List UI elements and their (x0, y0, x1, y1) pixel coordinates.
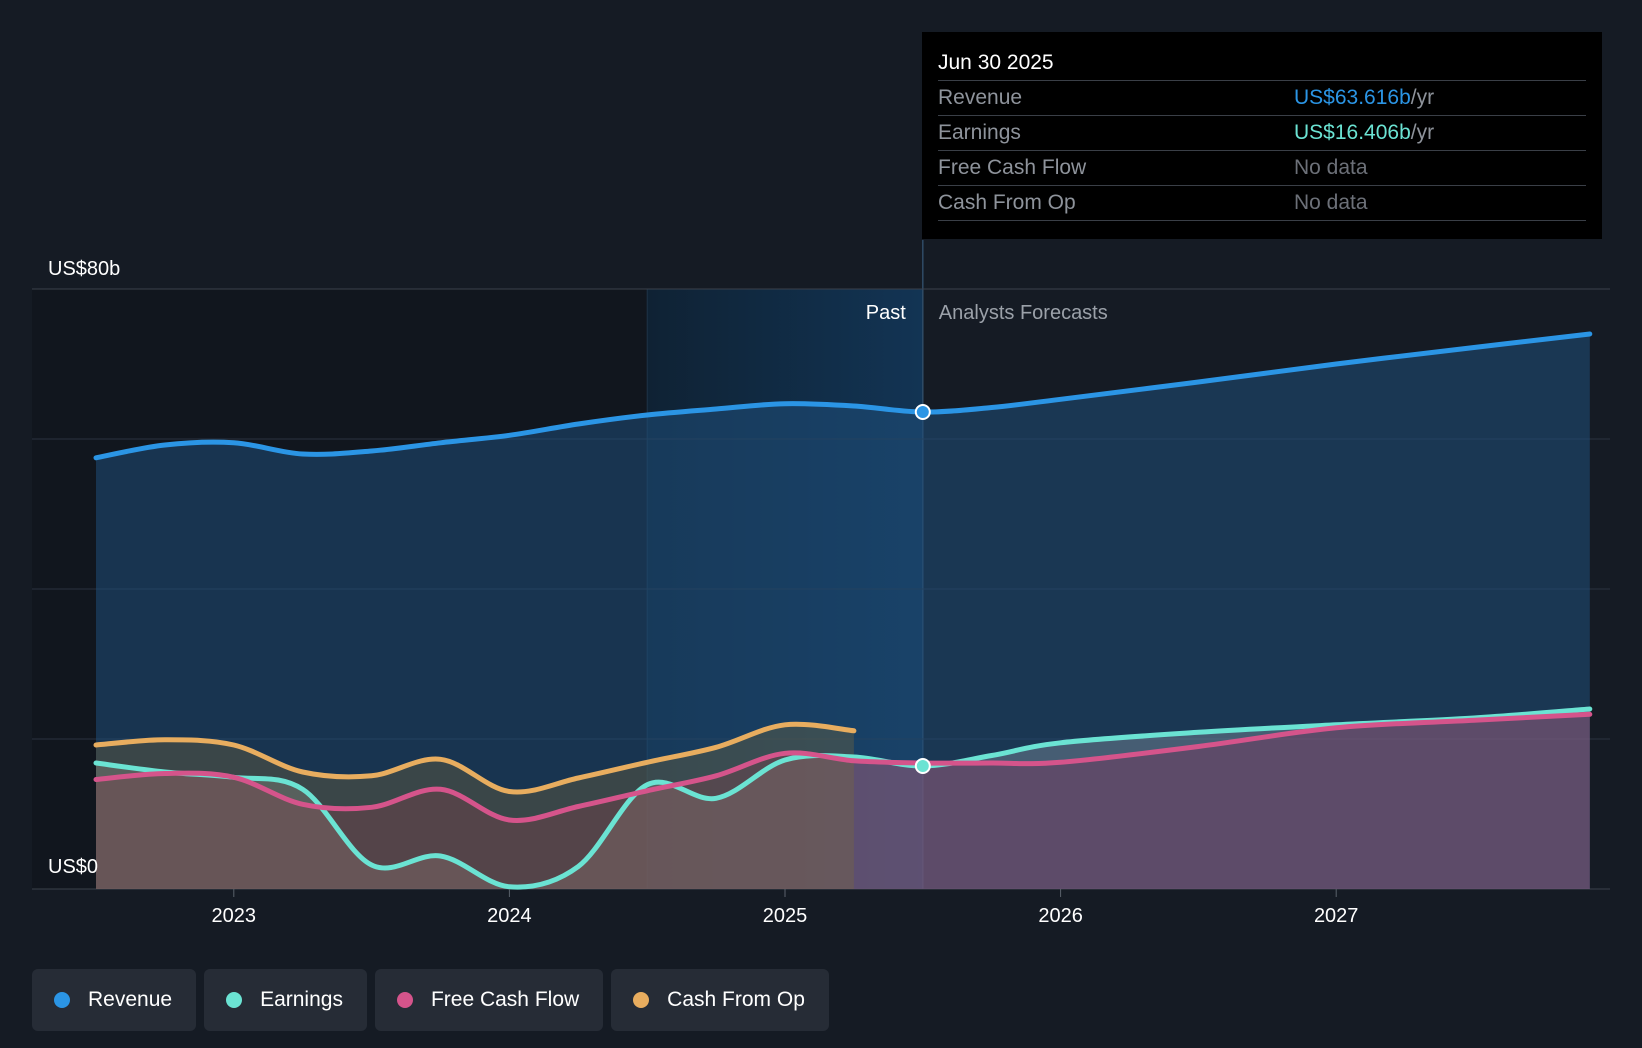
x-tick-label: 2026 (1038, 905, 1083, 927)
tooltip-label: Revenue (938, 86, 1023, 109)
legend-dot-icon (633, 992, 650, 1008)
tooltip-value: No data (1294, 156, 1368, 179)
forecast-label: Analysts Forecasts (939, 302, 1108, 324)
tooltip-value: No data (1294, 191, 1368, 214)
legend-item-free-cash-flow[interactable]: Free Cash Flow (374, 969, 604, 1031)
tooltip-label: Free Cash Flow (938, 156, 1087, 179)
tooltip: Jun 30 2025 Revenue US$63.616b /yr Earni… (922, 32, 1602, 239)
tooltip-label: Earnings (938, 121, 1021, 144)
legend-item-revenue[interactable]: Revenue (32, 969, 197, 1031)
legend-label: Earnings (260, 988, 343, 1011)
legend-label: Cash From Op (667, 988, 805, 1011)
tooltip-unit: /yr (1410, 121, 1435, 144)
tooltip-row-revenue: Revenue US$63.616b /yr (938, 80, 1586, 115)
y-axis-label-top: US$80b (48, 258, 120, 280)
legend-dot-icon (54, 992, 70, 1008)
marker-earnings (914, 758, 931, 774)
x-tick-label: 2023 (212, 905, 257, 927)
legend: Revenue Earnings Free Cash Flow Cash Fro… (32, 969, 829, 1031)
y-axis-label-bottom: US$0 (48, 856, 98, 878)
x-tick-label: 2027 (1314, 905, 1359, 927)
tooltip-row-free-cash-flow: Free Cash Flow No data (938, 150, 1586, 185)
marker-revenue (914, 404, 931, 420)
tooltip-label: Cash From Op (938, 191, 1076, 214)
legend-dot-icon (226, 992, 243, 1008)
tooltip-row-earnings: Earnings US$16.406b /yr (938, 115, 1586, 150)
legend-item-earnings[interactable]: Earnings (204, 969, 367, 1031)
tooltip-row-cash-from-op: Cash From Op No data (938, 185, 1586, 221)
legend-dot-icon (396, 992, 413, 1008)
legend-item-cash-from-op[interactable]: Cash From Op (611, 969, 829, 1031)
x-tick-label: 2025 (763, 905, 808, 927)
past-label: Past (866, 302, 906, 324)
tooltip-unit: /yr (1410, 86, 1435, 109)
tooltip-date: Jun 30 2025 (938, 51, 1054, 74)
legend-label: Free Cash Flow (430, 988, 580, 1011)
legend-label: Revenue (88, 988, 173, 1011)
tooltip-value: US$63.616b (1294, 86, 1411, 109)
x-tick-label: 2024 (487, 905, 532, 927)
tooltip-value: US$16.406b (1294, 121, 1411, 144)
